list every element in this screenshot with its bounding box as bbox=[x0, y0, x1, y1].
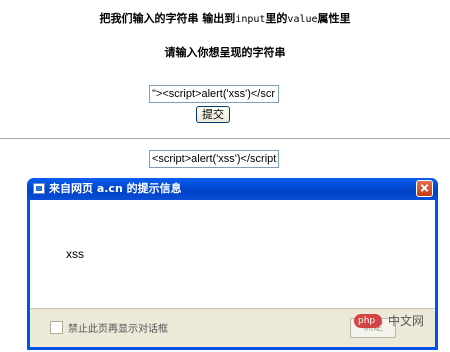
heading-middle: 里的 bbox=[265, 12, 288, 25]
dialog-titlebar[interactable]: 来自网页 a.cn 的提示信息 bbox=[27, 178, 438, 200]
heading-input-word: input bbox=[235, 14, 266, 25]
submit-button[interactable]: 提交 bbox=[196, 106, 230, 123]
webpage-icon bbox=[33, 183, 45, 194]
dialog-title: 来自网页 a.cn 的提示信息 bbox=[49, 182, 182, 195]
php-logo-icon bbox=[354, 314, 382, 328]
heading-value-word: value bbox=[287, 14, 318, 25]
suppress-dialog-label[interactable]: 禁止此页再显示对话框 bbox=[68, 320, 168, 335]
heading-suffix: 属性里 bbox=[317, 12, 351, 25]
heading-prefix: 把我们输入的字符串 输出到 bbox=[99, 12, 236, 25]
divider bbox=[0, 138, 450, 139]
close-icon[interactable] bbox=[416, 180, 433, 197]
watermark-text: 中文网 bbox=[388, 314, 425, 328]
suppress-dialog-checkbox[interactable] bbox=[50, 321, 63, 334]
dialog-message: xss bbox=[66, 247, 84, 261]
input-prompt: 请输入你想呈现的字符串 bbox=[164, 46, 286, 59]
string-input[interactable]: "><script>alert('xss')</scr bbox=[149, 85, 279, 103]
output-input[interactable]: <script>alert('xss')</script bbox=[149, 150, 279, 168]
page-heading: 把我们输入的字符串 输出到input里的value属性里 bbox=[0, 10, 450, 26]
watermark: 中文网 bbox=[352, 310, 450, 336]
